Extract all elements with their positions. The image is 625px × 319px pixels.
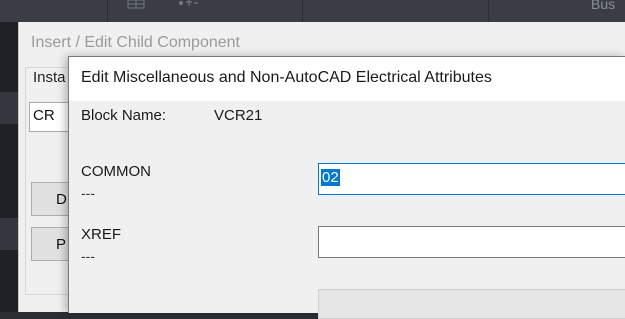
app-left-strip xyxy=(0,22,18,312)
left-strip-segment xyxy=(0,92,18,124)
dialog-title: Edit Miscellaneous and Non-AutoCAD Elect… xyxy=(81,69,492,86)
app-ribbon: Bus xyxy=(0,0,625,22)
attribute-xref-input[interactable] xyxy=(318,226,625,258)
attribute-name-common: COMMON xyxy=(81,163,151,180)
ribbon-panel xyxy=(0,0,108,22)
block-name-value: VCR21 xyxy=(214,107,263,124)
ribbon-bus-label[interactable]: Bus xyxy=(591,0,615,12)
attribute-sub-common: --- xyxy=(81,185,95,201)
edit-misc-attributes-dialog: Edit Miscellaneous and Non-AutoCAD Elect… xyxy=(68,56,625,319)
next-attribute-field[interactable] xyxy=(318,289,625,319)
dialog-titlebar[interactable]: Edit Miscellaneous and Non-AutoCAD Elect… xyxy=(69,57,625,101)
attribute-common-value: 02 xyxy=(321,169,340,186)
block-name-label: Block Name: xyxy=(81,107,167,124)
left-strip-segment xyxy=(0,218,18,250)
attribute-sub-xref: --- xyxy=(81,248,95,264)
attribute-name-xref: XREF xyxy=(81,226,122,243)
snap-icon[interactable] xyxy=(176,0,200,10)
grid-icon[interactable] xyxy=(127,0,145,10)
dialog-title: Insert / Edit Child Component xyxy=(31,34,240,51)
install-group-label: Insta xyxy=(33,69,66,86)
ribbon-panel xyxy=(302,0,489,22)
attribute-common-input[interactable]: 02 xyxy=(318,163,625,195)
